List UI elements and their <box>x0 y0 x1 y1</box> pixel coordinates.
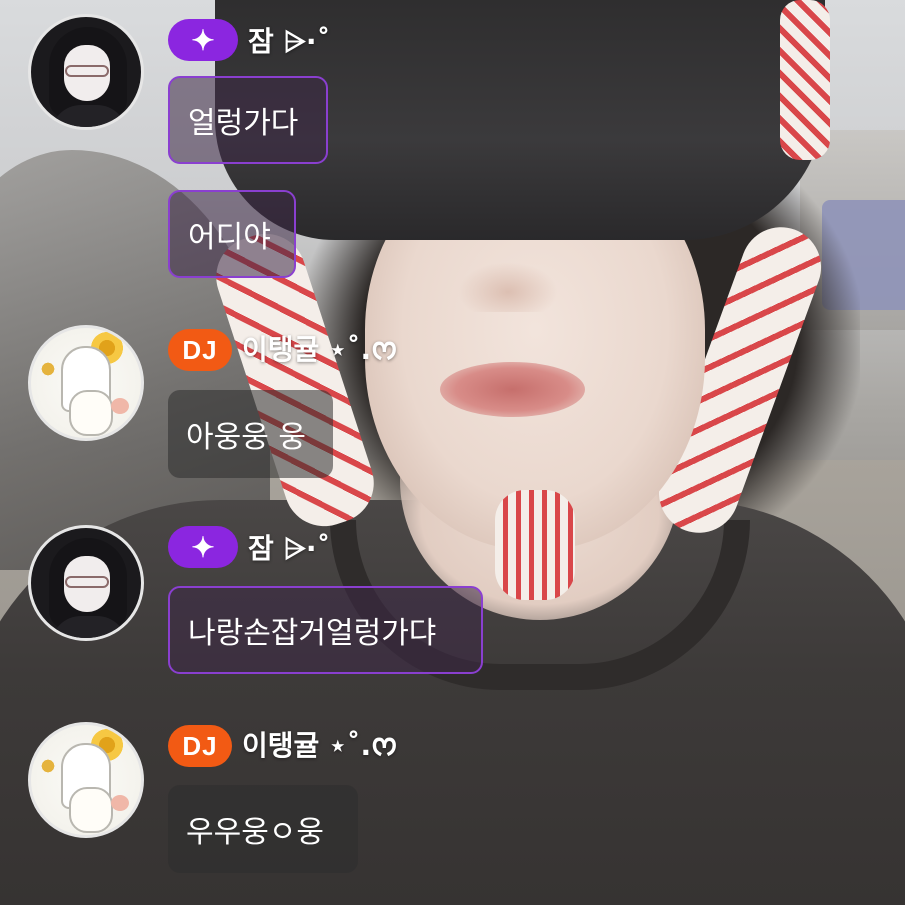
chat-username-row: DJ 이탱귤 ⋆˚.ᰔ <box>168 724 397 768</box>
chat-username[interactable]: 잠 ⩥·˚ <box>248 527 331 567</box>
user-avatar[interactable] <box>28 722 144 838</box>
chat-message-bubble: 얼렁가다 <box>168 76 328 164</box>
chat-message-bubble: 우우웅ㅇ웅 <box>168 785 358 873</box>
user-avatar[interactable] <box>28 325 144 441</box>
glasses-icon <box>65 65 109 77</box>
chat-message-bubble: 아웅웅 웅 <box>168 390 333 478</box>
chat-message-text: 우우웅ㅇ웅 <box>186 815 324 850</box>
chat-username-row: DJ 이탱귤 ⋆˚.ᰔ <box>168 328 397 372</box>
dj-badge: DJ <box>168 725 232 767</box>
chat-username-row: ✦ 잠 ⩥·˚ <box>168 525 331 569</box>
user-avatar[interactable] <box>28 14 144 130</box>
chat-message-text: 아웅웅 웅 <box>186 420 306 455</box>
chat-username[interactable]: 이탱귤 ⋆˚.ᰔ <box>242 328 397 372</box>
chat-message-text: 어디야 <box>188 220 271 255</box>
chat-message-text: 얼렁가다 <box>188 106 299 141</box>
chat-username[interactable]: 이탱귤 ⋆˚.ᰔ <box>242 724 397 768</box>
sparkle-badge-icon: ✦ <box>168 526 238 568</box>
chat-overlay: ✦ 잠 ⩥·˚ 얼렁가다 어디야 DJ 이탱귤 ⋆˚.ᰔ 아웅웅 웅 ✦ 잠 ⩥… <box>0 0 905 905</box>
chat-message-bubble: 나랑손잡거얼렁가댜 <box>168 586 483 674</box>
sparkle-badge-icon: ✦ <box>168 19 238 61</box>
user-avatar[interactable] <box>28 525 144 641</box>
chat-username-row: ✦ 잠 ⩥·˚ <box>168 18 331 62</box>
chat-message-text: 나랑손잡거얼렁가댜 <box>188 616 437 651</box>
bird-icon <box>111 398 129 414</box>
bird-icon <box>111 795 129 811</box>
chat-message-bubble: 어디야 <box>168 190 296 278</box>
live-stream-view: ✦ 잠 ⩥·˚ 얼렁가다 어디야 DJ 이탱귤 ⋆˚.ᰔ 아웅웅 웅 ✦ 잠 ⩥… <box>0 0 905 905</box>
dj-badge: DJ <box>168 329 232 371</box>
chat-username[interactable]: 잠 ⩥·˚ <box>248 20 331 60</box>
glasses-icon <box>65 576 109 588</box>
